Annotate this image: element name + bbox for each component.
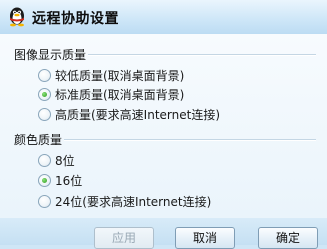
settings-content: 图像显示质量 较低质量(取消桌面背景) 标准质量(取消桌面背景) 高质量(要求高… [0, 34, 327, 218]
radio-button[interactable] [38, 69, 51, 82]
penguin-icon [10, 7, 24, 27]
option-label: 高质量(要求高速Internet连接) [55, 108, 221, 122]
option-label: 标准质量(取消桌面背景) [55, 88, 185, 102]
section-divider [64, 139, 316, 141]
radio-button-selected[interactable] [38, 174, 51, 187]
window-title: 远程协助设置 [32, 11, 119, 27]
option-label: 24位(要求高速Internet连接) [55, 195, 212, 209]
option-label: 8位 [55, 154, 75, 168]
color-quality-heading: 颜色质量 [14, 133, 63, 147]
option-label: 较低质量(取消桌面背景) [55, 69, 185, 83]
remote-assist-settings-dialog: 远程协助设置 图像显示质量 较低质量(取消桌面背景) 标准质量(取消桌面背景) … [0, 0, 327, 249]
radio-button-selected[interactable] [38, 88, 51, 101]
section-divider [88, 54, 316, 56]
option-label: 16位 [55, 174, 83, 188]
apply-button[interactable]: 应用 [94, 227, 154, 249]
cancel-button[interactable]: 取消 [175, 227, 235, 249]
image-quality-heading: 图像显示质量 [14, 48, 87, 62]
title-bar[interactable]: 远程协助设置 [0, 0, 327, 34]
ok-button[interactable]: 确定 [258, 227, 318, 249]
radio-button[interactable] [38, 154, 51, 167]
radio-button[interactable] [38, 108, 51, 121]
radio-button[interactable] [38, 195, 51, 208]
button-bar: 应用 取消 确定 [0, 218, 327, 249]
